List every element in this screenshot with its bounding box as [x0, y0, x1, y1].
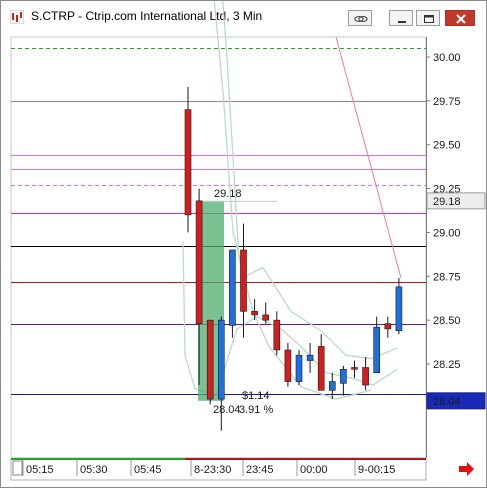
- candle-body: [251, 311, 258, 316]
- right-arrow-shape: [459, 462, 474, 476]
- candle-body: [351, 367, 358, 370]
- time-tick-label: 9-00:15: [358, 464, 395, 476]
- candle-body: [206, 319, 214, 400]
- measure-low-label: 28.04: [213, 404, 241, 416]
- measure-top-label: 29.18: [214, 188, 242, 200]
- price-axis: 30.0029.7529.5029.2529.0028.7528.5028.25…: [426, 52, 486, 410]
- price-tick-label: 30.00: [433, 52, 461, 64]
- time-tick-label: 05:15: [26, 464, 54, 476]
- candle-body: [295, 354, 303, 382]
- candle-body: [284, 349, 292, 382]
- price-tick-label: 28.75: [433, 271, 461, 283]
- price-tick-label: 28.25: [433, 359, 461, 371]
- candle-body: [395, 286, 403, 331]
- last-price-label: 29.18: [433, 196, 461, 208]
- candle-body: [184, 109, 192, 216]
- current-price-label: 28.04: [433, 396, 461, 408]
- right-arrow-icon[interactable]: [459, 462, 474, 476]
- time-tick-label: 8-23:30: [194, 464, 231, 476]
- time-tick-label: 05:30: [80, 464, 108, 476]
- chart-window: S.CTRP - Ctrip.com International Ltd, 3 …: [0, 0, 487, 488]
- candle-body: [229, 249, 236, 326]
- time-tick-label: 00:00: [300, 464, 328, 476]
- time-axis[interactable]: 05:15 05:30 05:45 8-23:30 23:45 00:00 9-00:15: [10, 457, 474, 481]
- price-tick-label: 29.50: [433, 140, 461, 152]
- candle-body: [317, 346, 325, 391]
- candle-body: [273, 319, 281, 351]
- candle-body: [218, 319, 225, 400]
- candle-body: [340, 368, 347, 384]
- candle-body: [384, 323, 392, 330]
- price-tick-label: 29.00: [433, 227, 461, 239]
- candle-body: [306, 354, 314, 361]
- price-tick-label: 29.75: [433, 96, 461, 108]
- time-tick-label: 05:45: [134, 464, 162, 476]
- candle-body: [240, 249, 247, 312]
- candle-body: [262, 314, 270, 321]
- candle-body: [328, 381, 336, 391]
- candle-body: [373, 326, 381, 374]
- price-tick-label: 28.50: [433, 315, 461, 327]
- time-tick-label: 23:45: [246, 464, 274, 476]
- measure-change-label: $1.14: [242, 390, 270, 402]
- chart-area[interactable]: 29.18$1.1428.043.91 % 30.0029.7529.5029.…: [1, 1, 486, 487]
- scroll-handle[interactable]: [12, 460, 23, 476]
- candle-body: [362, 367, 369, 386]
- measure-pct-label: 3.91 %: [239, 404, 273, 416]
- candle-body: [195, 200, 203, 324]
